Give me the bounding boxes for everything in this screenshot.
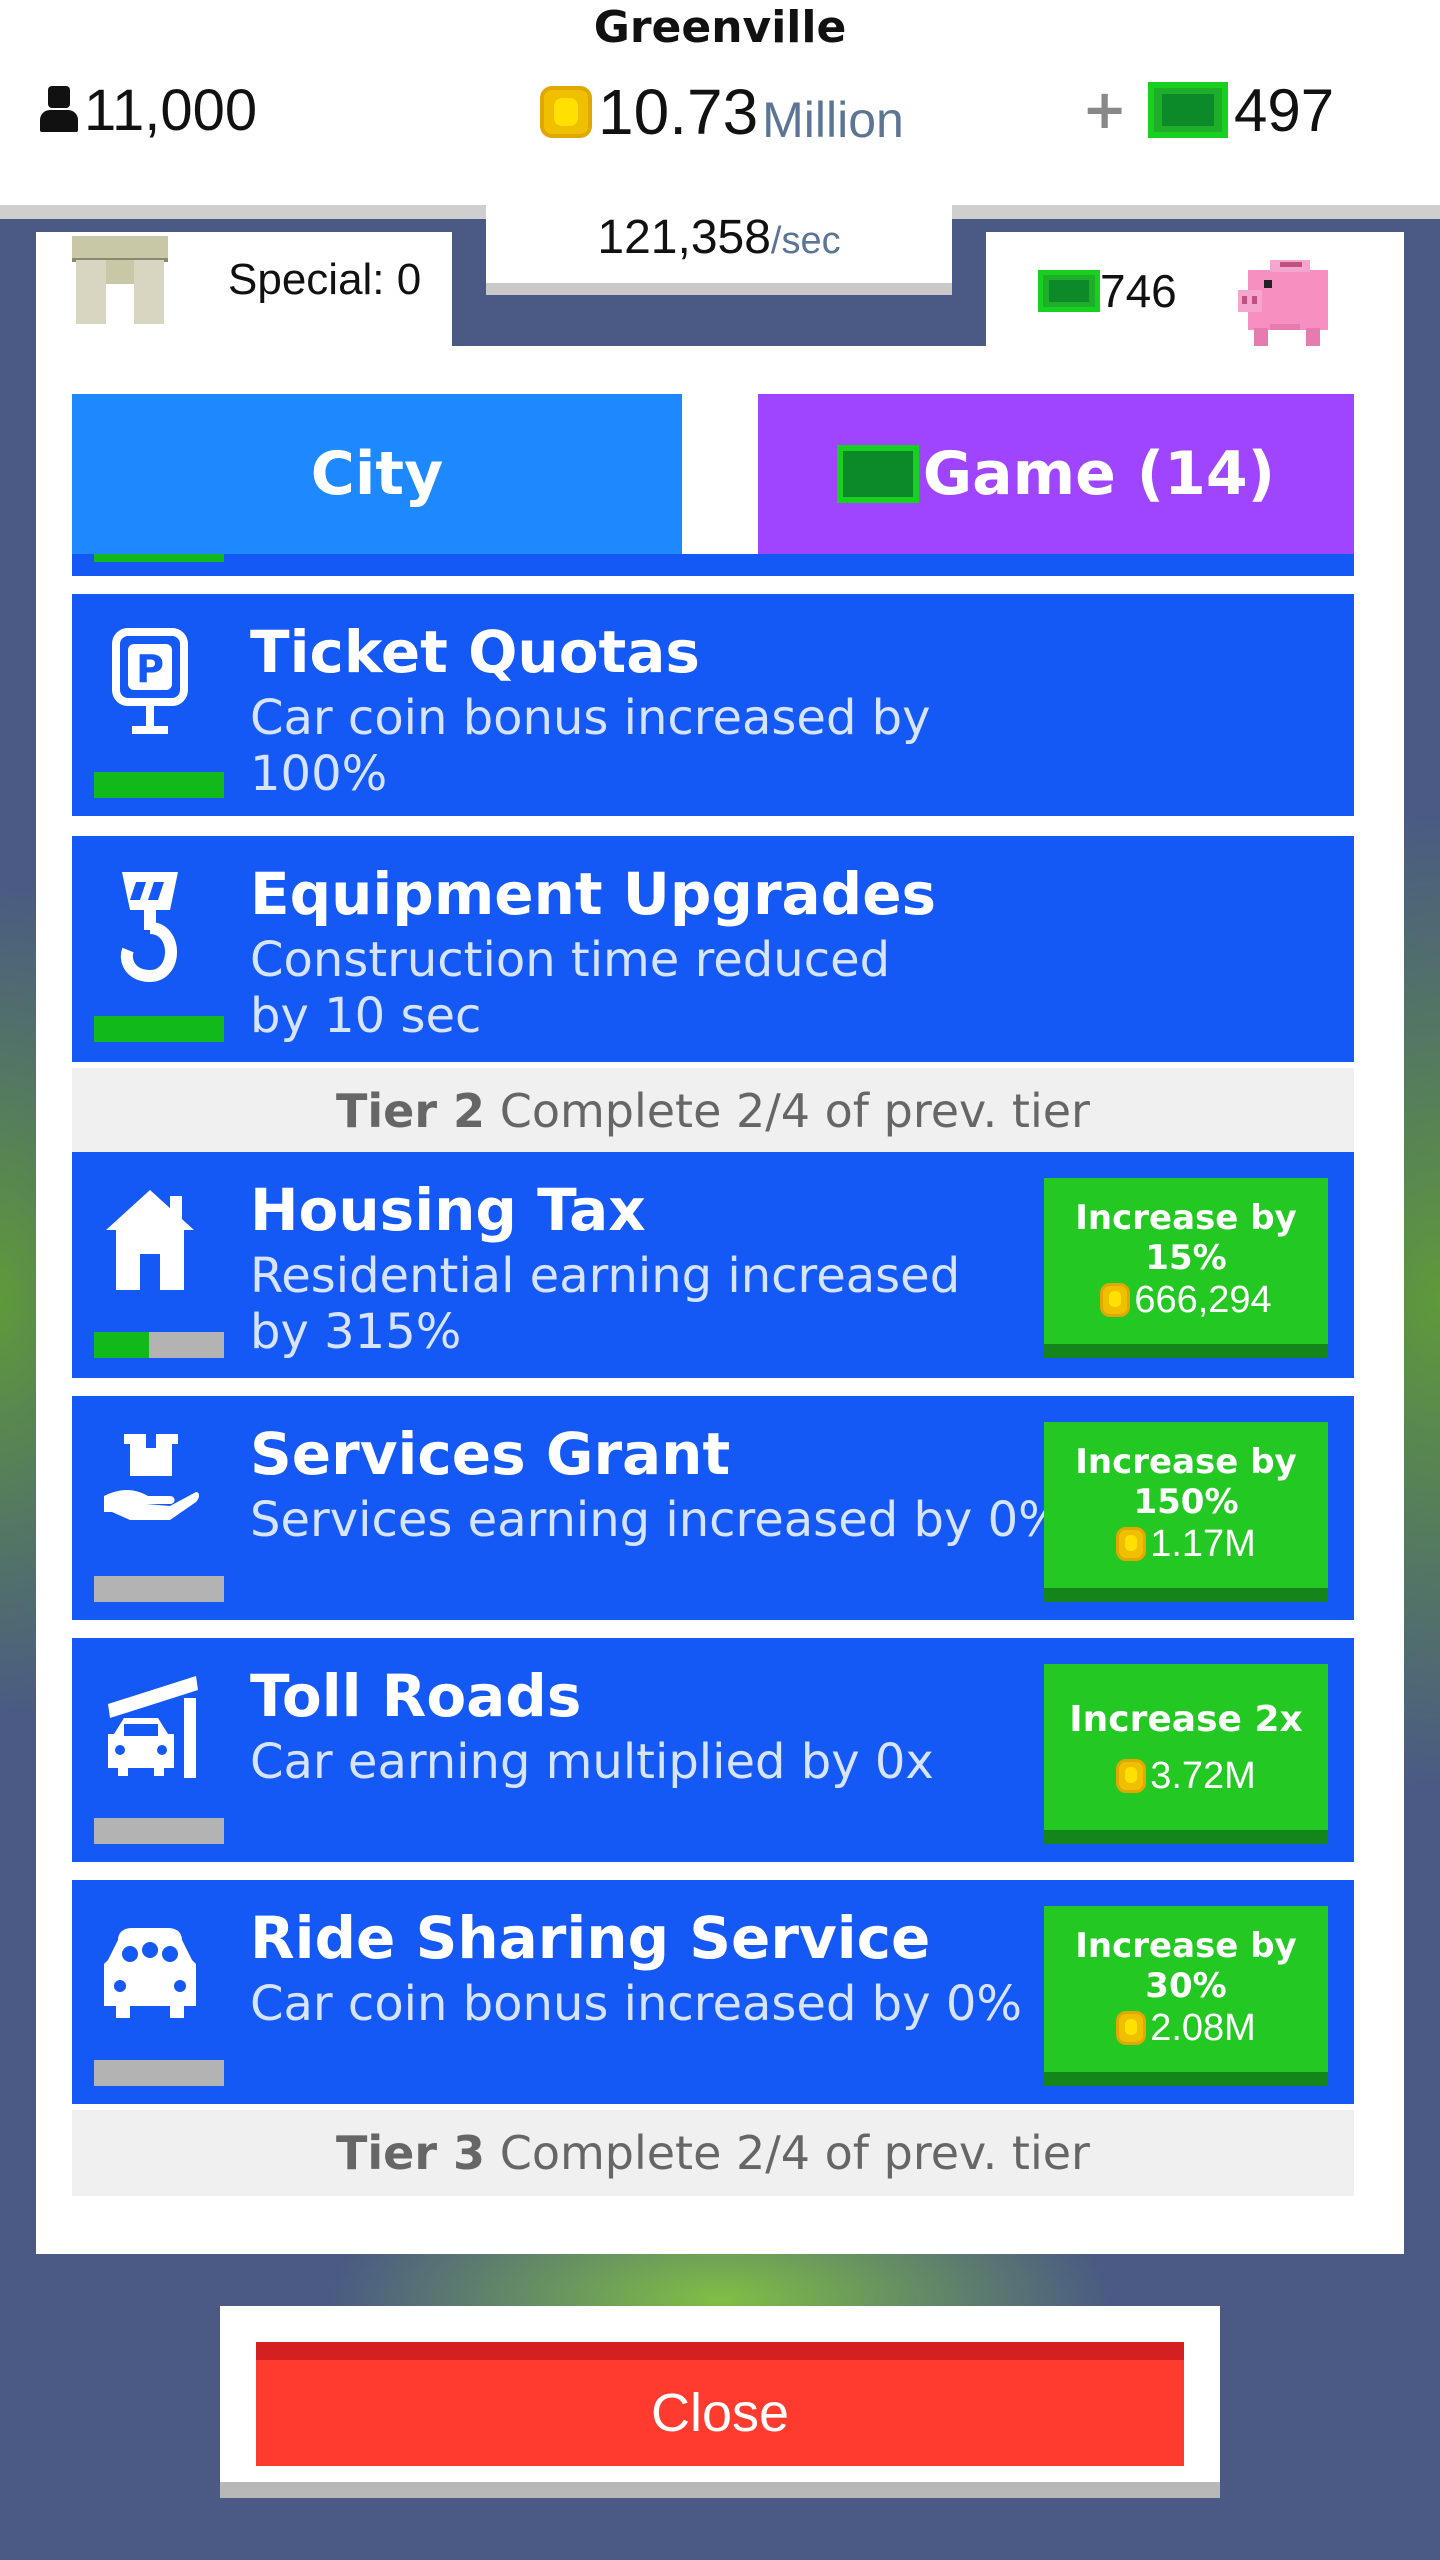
upgrade-progress-bar [94,1016,224,1042]
income-rate: 121,358/sec [486,205,952,274]
cash-bill-icon [836,445,919,503]
crane-hook-icon [120,872,178,983]
upgrade-title: Ride Sharing Service [250,1904,931,1972]
upgrade-title: Equipment Upgrades [250,860,937,928]
tier-label: Tier 2 [336,1084,486,1138]
coin-icon [1116,1759,1147,1793]
increase-button[interactable]: Increase by 30% 2.08M [1044,1906,1328,2086]
price-value: 2.08M [1150,2007,1256,2049]
upgrade-title: Ticket Quotas [250,618,700,686]
upgrade-description: Residential earning increased by 315% [250,1248,961,1360]
arch-monument-icon [72,234,168,326]
coin-icon [1116,2011,1147,2045]
carpool-icon [104,1928,196,2018]
income-rate-shadow [486,283,952,295]
increase-button-label: Increase by 150% [1075,1442,1297,1522]
tier-header: Tier 3 Complete 2/4 of prev. tier [72,2110,1354,2196]
rate-value: 121,358 [597,211,771,264]
piggy-bank-icon[interactable] [1230,244,1340,354]
city-name: Greenville [593,2,847,53]
price-value: 1.17M [1150,1523,1256,1565]
tier-header: Tier 2 Complete 2/4 of prev. tier [72,1068,1354,1154]
close-button[interactable]: Close [256,2342,1184,2466]
panel-notch-left [452,232,486,346]
upgrade-description: Construction time reduced by 10 sec [250,932,891,1044]
tier-requirement: Complete 2/4 of prev. tier [499,2126,1090,2180]
tab-city[interactable]: City [72,394,682,554]
upgrade-title: Services Grant [250,1420,731,1488]
increase-button-price: 2.08M [1044,2006,1328,2050]
house-icon [106,1190,194,1290]
cash-bill-icon [1038,270,1100,312]
upgrade-progress-fill [94,772,224,798]
upgrade-progress-bar [94,1576,224,1602]
coin-icon [540,82,592,142]
tab-game[interactable]: Game (14) [758,394,1354,554]
increase-button-price: 666,294 [1044,1278,1328,1322]
parking-sign-icon: P [112,628,188,734]
population-value: 11,000 [84,77,258,143]
increase-button[interactable]: Increase by 150% 1.17M [1044,1422,1328,1602]
tier-requirement: Complete 2/4 of prev. tier [499,1084,1090,1138]
increase-button[interactable]: Increase 2x 3.72M [1044,1664,1328,1844]
upgrade-progress-bar [94,2060,224,2086]
upgrade-progress-bar [94,772,224,798]
increase-button-label: Increase by 30% [1075,1926,1297,2006]
upgrade-row[interactable]: Ride Sharing Service Car coin bonus incr… [72,1880,1354,2104]
coin-value: 10.73 [598,76,759,148]
upgrade-row[interactable]: Services Grant Services earning increase… [72,1396,1354,1620]
upgrade-title: Housing Tax [250,1176,646,1244]
price-value: 3.72M [1150,1755,1256,1797]
coin-icon [1116,1527,1147,1561]
buy-cash-plus-button[interactable]: + [1082,78,1127,141]
close-button-shadow [220,2482,1220,2498]
rate-unit: /sec [770,220,841,262]
upgrade-progress-fill [94,1016,224,1042]
cash-counter[interactable]: 497 [1148,72,1334,148]
panel-notch-middle [486,295,986,346]
upgrade-description: Services earning increased by 0% [250,1492,1064,1548]
piggy-bank-cash: 746 [1038,264,1177,318]
bank-cash-value: 746 [1100,265,1177,317]
increase-button-label: Increase 2x [1069,1699,1303,1740]
person-icon [38,86,78,134]
coin-counter: 10.73 Million [540,72,904,152]
svg-text:P: P [136,647,164,691]
cash-bill-icon [1148,82,1228,138]
increase-button-price: 3.72M [1044,1754,1328,1798]
upgrade-progress-fill [94,1332,149,1358]
upgrade-description: Car coin bonus increased by 100% [250,690,931,802]
increase-button[interactable]: Increase by 15% 666,294 [1044,1178,1328,1358]
population-counter: 11,000 [38,72,257,148]
upgrade-row[interactable]: Housing Tax Residential earning increase… [72,1152,1354,1378]
upgrade-description: Car coin bonus increased by 0% [250,1976,1022,2032]
upgrade-row[interactable]: Equipment Upgrades Construction time red… [72,836,1354,1062]
tier-label: Tier 3 [336,2126,486,2180]
increase-button-price: 1.17M [1044,1522,1328,1566]
coin-icon [1100,1283,1131,1317]
special-buildings[interactable]: Special: 0 [72,236,422,324]
panel-notch-right [952,232,986,346]
special-label: Special: 0 [228,255,422,304]
coin-unit: Million [762,92,904,148]
progress-bar-partial [94,554,224,562]
upgrade-progress-bar [94,1818,224,1844]
price-value: 666,294 [1134,1279,1272,1321]
upgrade-row[interactable]: Toll Roads Car earning multiplied by 0x … [72,1638,1354,1862]
upgrade-description: Car earning multiplied by 0x [250,1734,934,1790]
upgrade-title: Toll Roads [250,1662,582,1730]
increase-button-label: Increase by 15% [1075,1198,1297,1278]
upgrade-progress-bar [94,1332,224,1358]
toll-car-icon [108,1676,198,1778]
upgrade-row[interactable]: P Ticket Quotas Car coin bonus increased… [72,594,1354,816]
hand-box-icon [104,1434,199,1520]
cash-value: 497 [1234,76,1335,144]
list-scroll-edge [72,554,1354,576]
tab-game-label: Game (14) [922,439,1276,509]
